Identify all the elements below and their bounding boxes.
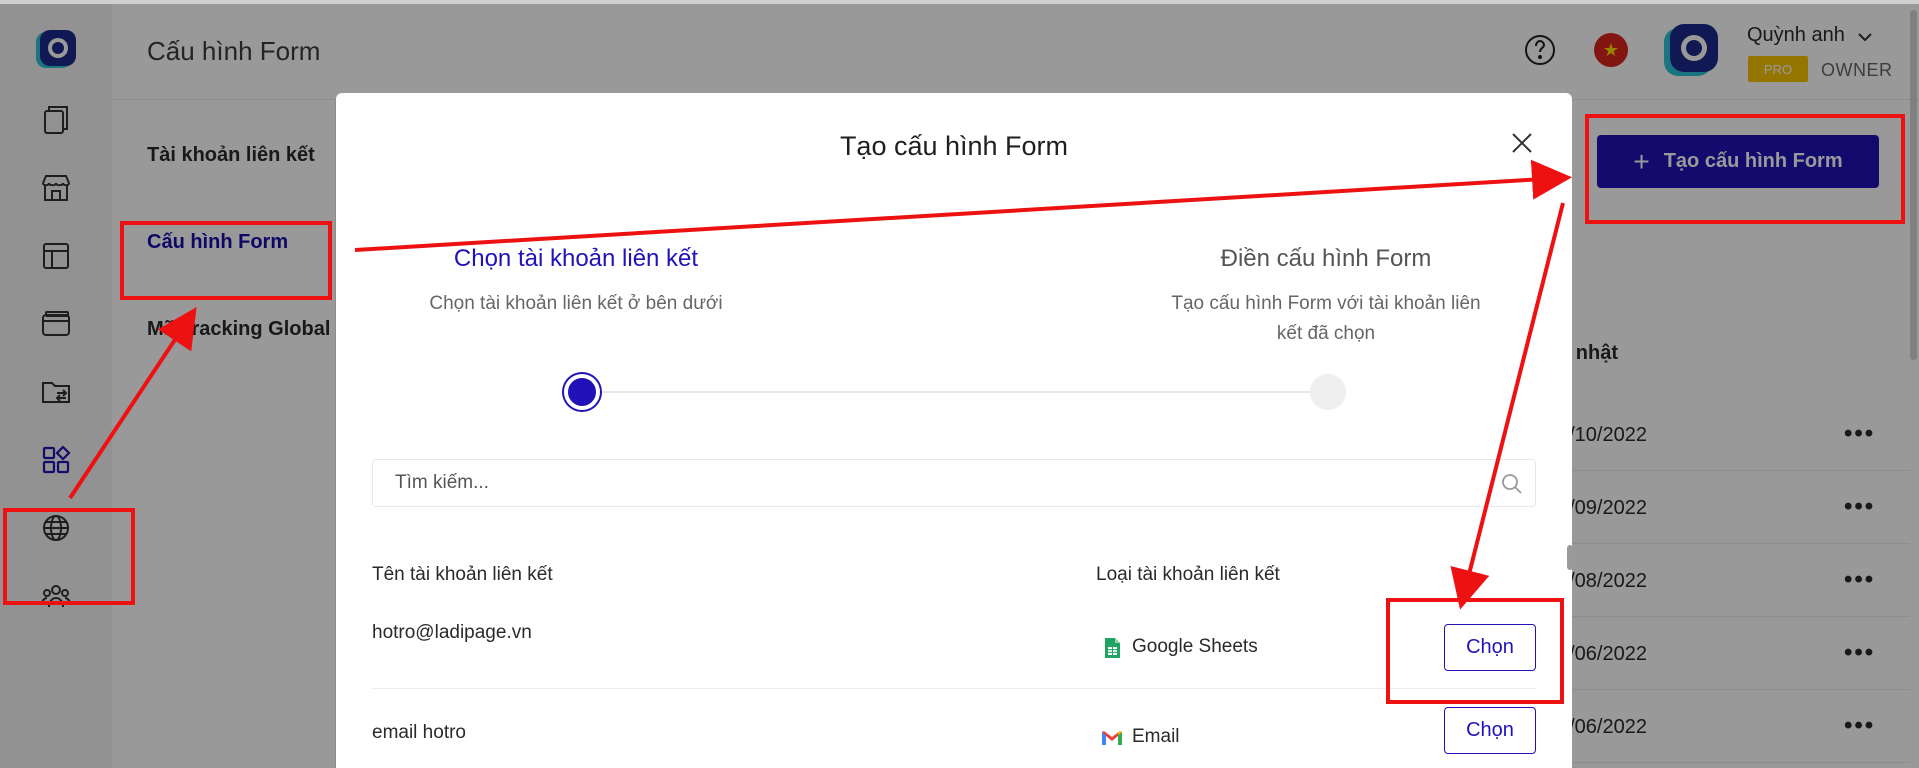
annotation-box-choose-button — [1386, 598, 1564, 704]
gmail-icon — [1102, 731, 1122, 745]
account-name: hotro@ladipage.vn — [372, 622, 532, 643]
column-header-account-type: Loại tài khoản liên kết — [1096, 564, 1280, 585]
step-indicator-active — [564, 374, 600, 410]
stepper-track — [581, 391, 1335, 393]
step-description-fill-config: Tạo cấu hình Form với tài khoản liên kết… — [1171, 293, 1481, 344]
search-input[interactable] — [373, 460, 1535, 506]
search-icon[interactable] — [1501, 473, 1523, 495]
annotation-box-form-config — [120, 221, 332, 300]
step-indicator-pending — [1310, 374, 1346, 410]
step-title-choose-account: Chọn tài khoản liên kết — [453, 245, 699, 272]
modal-title: Tạo cấu hình Form — [839, 131, 1069, 161]
step-title-fill-config: Điền cấu hình Form — [1220, 245, 1432, 272]
annotation-box-apps — [3, 508, 135, 605]
step-description-choose-account: Chọn tài khoản liên kết ở bên dưới — [429, 293, 723, 314]
annotation-box-create-button — [1585, 114, 1905, 224]
choose-button[interactable]: Chọn — [1444, 707, 1536, 754]
account-type: Google Sheets — [1132, 636, 1258, 657]
list-item: hotro@ladipage.vn Google Sheets Chọn — [372, 603, 1536, 689]
account-name: email hotro — [372, 722, 466, 743]
modal-scrollbar[interactable] — [1567, 545, 1573, 570]
account-type: Email — [1132, 726, 1180, 747]
google-sheets-icon — [1105, 638, 1120, 658]
column-header-account-name: Tên tài khoản liên kết — [372, 564, 553, 585]
search-box — [372, 459, 1536, 507]
list-item: email hotro Email Chọn — [372, 689, 1536, 768]
close-icon[interactable] — [1508, 129, 1536, 157]
